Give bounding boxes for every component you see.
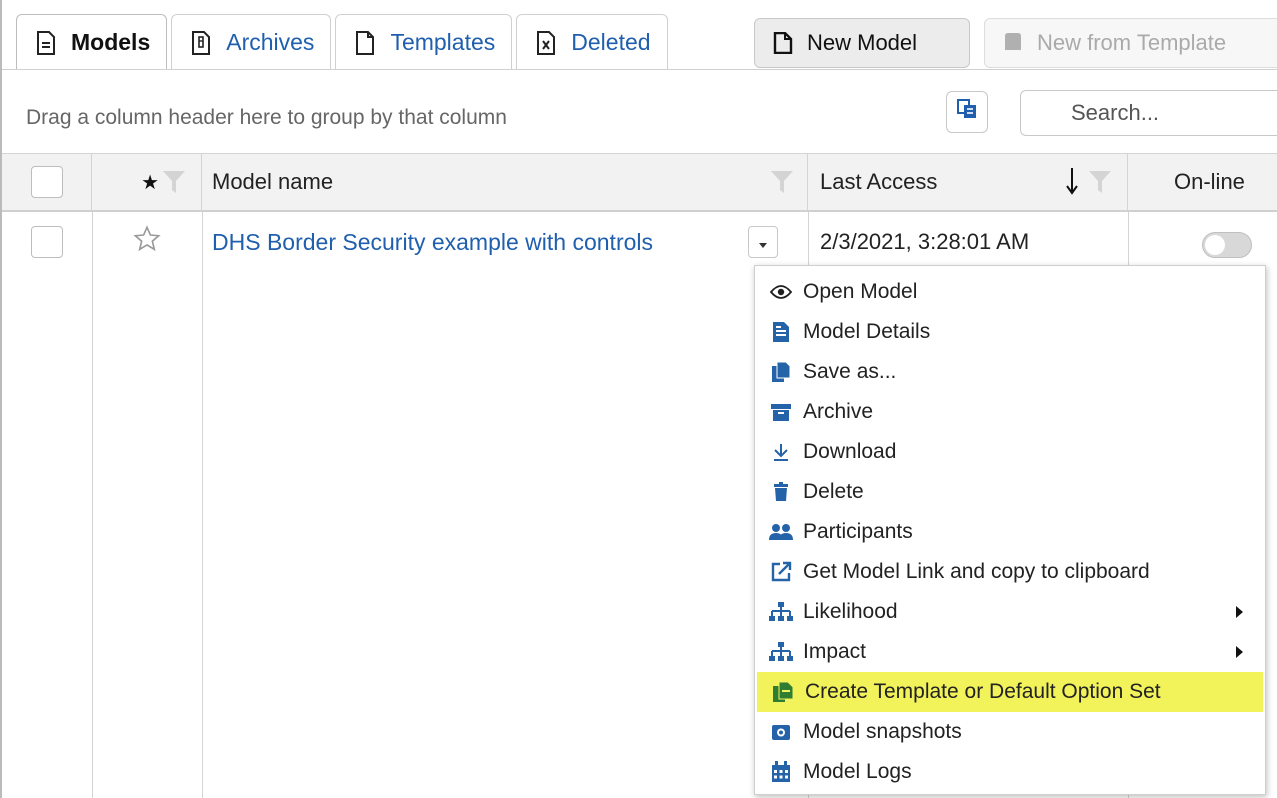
window-frame: Models Archives Templates Deleted New Mo… bbox=[0, 0, 1277, 798]
row-name-cell: DHS Border Security example with control… bbox=[202, 212, 808, 272]
tab-models[interactable]: Models bbox=[16, 14, 168, 70]
last-access-column-label: Last Access bbox=[820, 169, 938, 194]
row-actions-dropdown-button[interactable] bbox=[748, 226, 778, 258]
row-select-cell bbox=[2, 212, 92, 272]
row-actions-menu: Open Model Model Details Save as... Arch… bbox=[754, 265, 1266, 795]
tab-bar: Models Archives Templates Deleted bbox=[16, 14, 672, 70]
new-from-template-label: New from Template bbox=[1037, 30, 1227, 55]
favorite-column-label: ★ bbox=[141, 171, 159, 194]
column-chooser-button[interactable] bbox=[946, 91, 988, 133]
menu-item-label: Save as... bbox=[803, 360, 897, 383]
filter-icon[interactable] bbox=[161, 168, 187, 196]
menu-item-label: Open Model bbox=[803, 280, 918, 303]
online-column-header[interactable]: On-line bbox=[1128, 154, 1277, 210]
menu-item-model-logs[interactable]: Model Logs bbox=[755, 752, 1265, 792]
tab-deleted-label: Deleted bbox=[571, 29, 651, 55]
tab-models-label: Models bbox=[71, 29, 151, 55]
model-name-link[interactable]: DHS Border Security example with control… bbox=[212, 229, 653, 256]
last-access-column-header[interactable]: Last Access bbox=[808, 154, 1128, 210]
menu-item-participants[interactable]: Participants bbox=[755, 512, 1265, 552]
sort-descending-icon bbox=[1065, 166, 1079, 202]
template-icon bbox=[1003, 32, 1023, 54]
group-panel-hint: Drag a column header here to group by th… bbox=[26, 106, 507, 129]
filter-icon[interactable] bbox=[769, 168, 795, 196]
caret-down-icon bbox=[758, 229, 768, 255]
tab-templates-label: Templates bbox=[390, 29, 496, 55]
menu-item-delete[interactable]: Delete bbox=[755, 472, 1265, 512]
filter-icon[interactable] bbox=[1087, 168, 1113, 196]
menu-item-label: Likelihood bbox=[803, 600, 898, 623]
online-toggle[interactable] bbox=[1202, 232, 1252, 258]
menu-item-label: Download bbox=[803, 440, 897, 463]
column-divider bbox=[202, 212, 203, 798]
menu-item-label: Model Details bbox=[803, 320, 931, 343]
grid-header: ★ Model name Last Access On-line bbox=[2, 154, 1277, 212]
hierarchy-icon bbox=[769, 641, 793, 663]
new-file-icon bbox=[773, 31, 793, 55]
menu-item-save-as[interactable]: Save as... bbox=[755, 352, 1265, 392]
menu-item-label: Impact bbox=[803, 640, 867, 663]
details-icon bbox=[769, 321, 793, 343]
menu-item-create-template[interactable]: Create Template or Default Option Set bbox=[757, 672, 1263, 712]
menu-item-get-model-link[interactable]: Get Model Link and copy to clipboard bbox=[755, 552, 1265, 592]
download-icon bbox=[769, 441, 793, 463]
tab-templates[interactable]: Templates bbox=[335, 14, 513, 70]
external-link-icon bbox=[769, 561, 793, 583]
column-chooser-icon bbox=[955, 97, 979, 127]
row-checkbox[interactable] bbox=[31, 226, 63, 258]
menu-item-label: Model snapshots bbox=[803, 720, 962, 743]
model-name-column-label: Model name bbox=[212, 169, 334, 194]
menu-item-likelihood[interactable]: Likelihood bbox=[755, 592, 1265, 632]
archive-box-icon bbox=[769, 401, 793, 423]
last-access-value: 2/3/2021, 3:28:01 AM bbox=[820, 229, 1030, 254]
new-model-button[interactable]: New Model bbox=[754, 18, 970, 68]
document-icon bbox=[35, 30, 57, 55]
calendar-icon bbox=[769, 761, 793, 783]
menu-item-open-model[interactable]: Open Model bbox=[755, 272, 1265, 312]
menu-item-label: Participants bbox=[803, 520, 913, 543]
star-outline-icon[interactable] bbox=[133, 225, 161, 259]
row-last-access-cell: 2/3/2021, 3:28:01 AM bbox=[808, 212, 1128, 272]
copy-icon bbox=[769, 361, 793, 383]
menu-item-label: Get Model Link and copy to clipboard bbox=[803, 560, 1150, 583]
table-row: DHS Border Security example with control… bbox=[2, 212, 1277, 272]
submenu-arrow-icon bbox=[1236, 606, 1243, 618]
tab-archives-label: Archives bbox=[226, 29, 315, 55]
eye-icon bbox=[769, 281, 793, 303]
hierarchy-icon bbox=[769, 601, 793, 623]
menu-item-label: Archive bbox=[803, 400, 874, 423]
favorite-column-header[interactable]: ★ bbox=[92, 154, 202, 210]
menu-item-label: Delete bbox=[803, 480, 864, 503]
archive-file-icon bbox=[190, 30, 212, 55]
tab-deleted[interactable]: Deleted bbox=[516, 14, 668, 70]
submenu-arrow-icon bbox=[1236, 646, 1243, 658]
new-model-label: New Model bbox=[807, 30, 918, 55]
menu-item-label: Model Logs bbox=[803, 760, 912, 783]
column-divider bbox=[92, 212, 93, 798]
template-green-icon bbox=[771, 681, 795, 703]
model-name-column-header[interactable]: Model name bbox=[202, 154, 808, 210]
tab-archives[interactable]: Archives bbox=[171, 14, 332, 70]
grid-toolbar: Drag a column header here to group by th… bbox=[2, 70, 1277, 154]
row-favorite-cell bbox=[92, 212, 202, 272]
trash-icon bbox=[769, 481, 793, 503]
deleted-file-icon bbox=[535, 30, 557, 55]
select-all-cell bbox=[2, 154, 92, 210]
users-icon bbox=[769, 521, 793, 543]
menu-item-label: Create Template or Default Option Set bbox=[805, 680, 1161, 703]
camera-icon bbox=[769, 721, 793, 743]
menu-item-model-details[interactable]: Model Details bbox=[755, 312, 1265, 352]
new-from-template-button[interactable]: New from Template bbox=[984, 18, 1277, 68]
template-file-icon bbox=[354, 30, 376, 55]
online-column-label: On-line bbox=[1174, 169, 1245, 194]
menu-item-archive[interactable]: Archive bbox=[755, 392, 1265, 432]
menu-item-download[interactable]: Download bbox=[755, 432, 1265, 472]
select-all-checkbox[interactable] bbox=[30, 166, 63, 198]
menu-item-impact[interactable]: Impact bbox=[755, 632, 1265, 672]
search-input[interactable] bbox=[1020, 90, 1277, 136]
menu-item-model-snapshots[interactable]: Model snapshots bbox=[755, 712, 1265, 752]
